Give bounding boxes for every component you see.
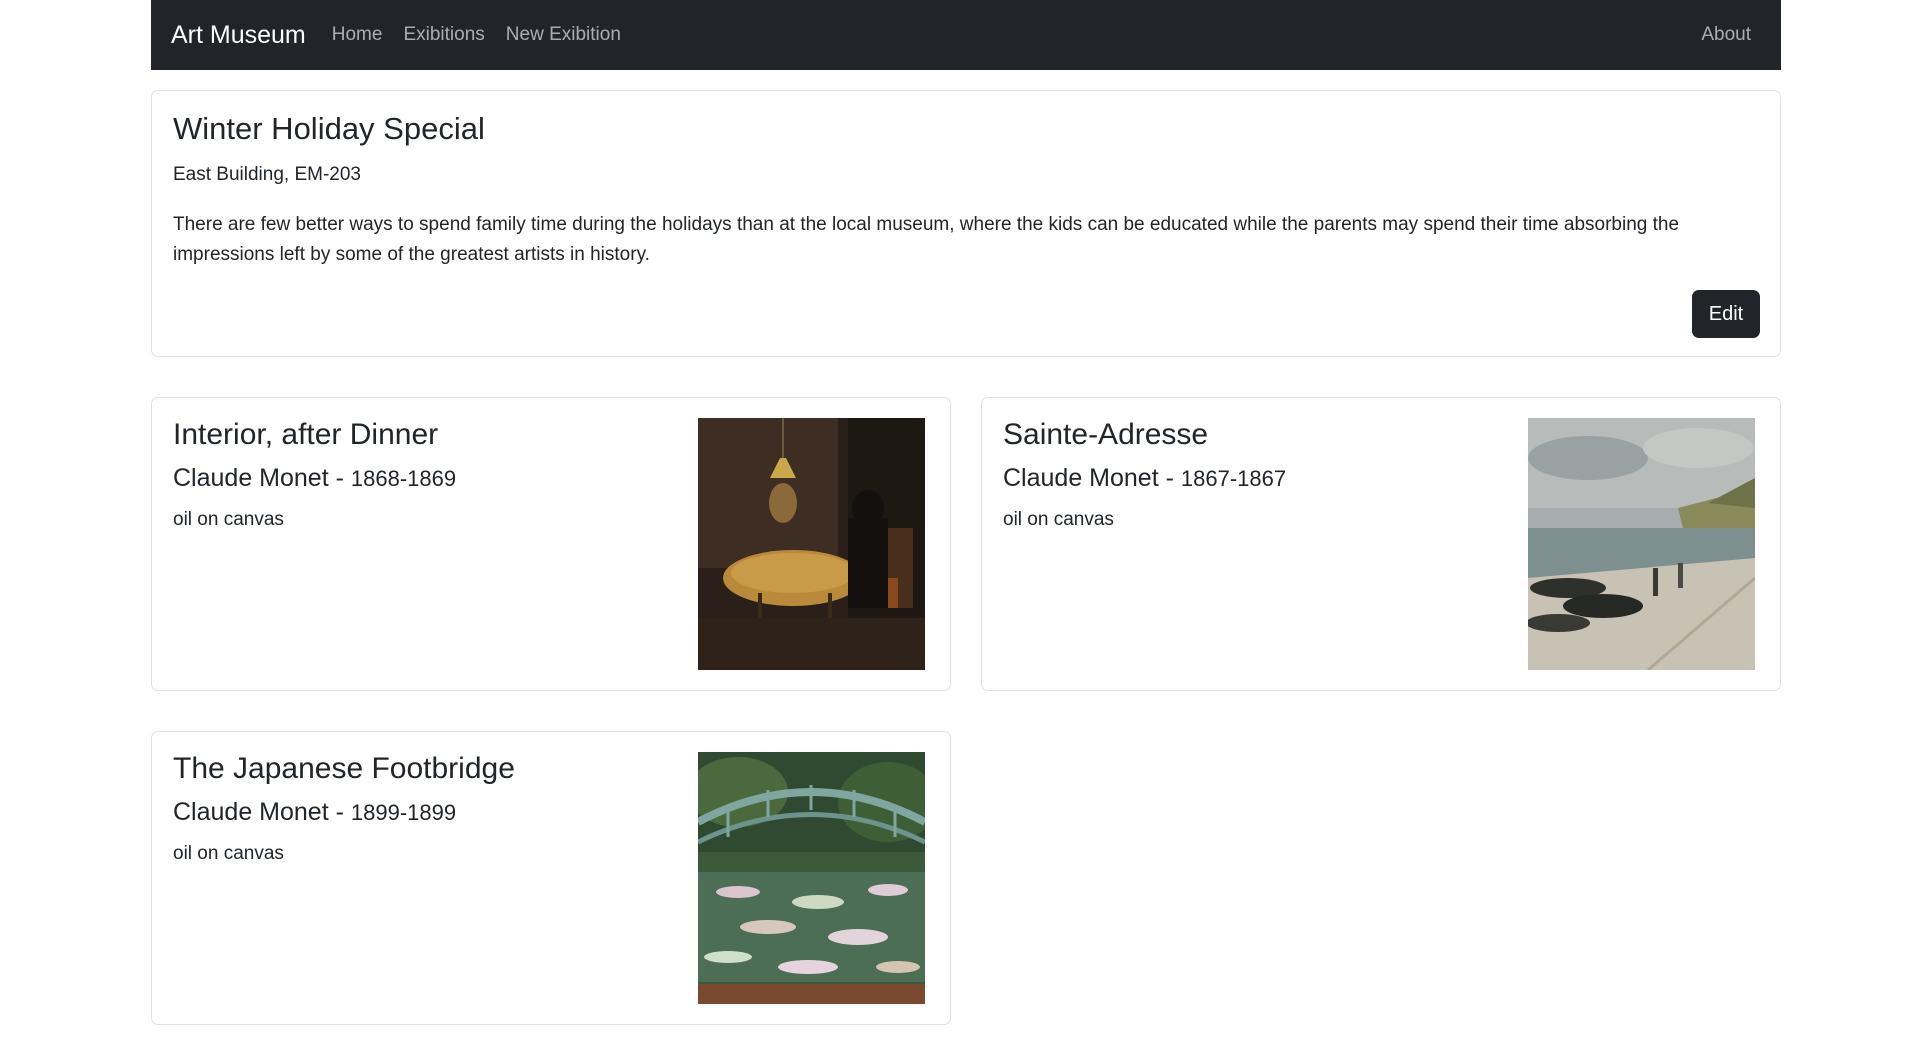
exhibition-title: Winter Holiday Special bbox=[173, 111, 485, 146]
artwork-separator: - bbox=[328, 464, 351, 492]
artwork-title: Interior, after Dinner bbox=[173, 418, 439, 451]
exhibition-card: Winter Holiday Special East Building, EM… bbox=[151, 90, 1781, 357]
exhibition-description: There are few better ways to spend famil… bbox=[173, 214, 1680, 265]
artwork-artist: Claude Monet bbox=[173, 464, 329, 492]
artwork-byline: Claude Monet - 1899-1899 bbox=[173, 798, 456, 827]
artwork-artist: Claude Monet bbox=[173, 798, 329, 826]
artwork-dates: 1868-1869 bbox=[350, 466, 457, 491]
edit-button[interactable]: Edit bbox=[1692, 290, 1760, 338]
artwork-title: Sainte-Adresse bbox=[1003, 418, 1209, 451]
artwork-image bbox=[1528, 418, 1755, 670]
nav-link-exhibitions[interactable]: Exibitions bbox=[403, 24, 484, 46]
artwork-byline: Claude Monet - 1867-1867 bbox=[1003, 464, 1286, 493]
artwork-dates: 1867-1867 bbox=[1180, 466, 1287, 491]
artwork-separator: - bbox=[1158, 464, 1181, 492]
artwork-separator: - bbox=[328, 798, 351, 826]
artwork-image bbox=[698, 752, 925, 1004]
nav-link-new-exhibition[interactable]: New Exibition bbox=[506, 24, 621, 46]
artwork-medium: oil on canvas bbox=[173, 843, 284, 864]
artwork-card: The Japanese Footbridge Claude Monet - 1… bbox=[151, 731, 951, 1025]
artwork-card: Interior, after Dinner Claude Monet - 18… bbox=[151, 397, 951, 691]
exhibition-location: East Building, EM-203 bbox=[173, 164, 361, 185]
nav-link-about[interactable]: About bbox=[1701, 24, 1751, 46]
artwork-medium: oil on canvas bbox=[1003, 509, 1114, 530]
artwork-medium: oil on canvas bbox=[173, 509, 284, 530]
artwork-card: Sainte-Adresse Claude Monet - 1867-1867 … bbox=[981, 397, 1781, 691]
artwork-dates: 1899-1899 bbox=[350, 800, 457, 825]
artwork-image bbox=[698, 418, 925, 670]
artwork-artist: Claude Monet bbox=[1003, 464, 1159, 492]
nav-link-home[interactable]: Home bbox=[332, 24, 383, 46]
top-navbar: Art Museum Home Exibitions New Exibition… bbox=[151, 0, 1781, 70]
brand-link[interactable]: Art Museum bbox=[171, 21, 306, 50]
artwork-byline: Claude Monet - 1868-1869 bbox=[173, 464, 456, 493]
artwork-title: The Japanese Footbridge bbox=[173, 752, 515, 785]
